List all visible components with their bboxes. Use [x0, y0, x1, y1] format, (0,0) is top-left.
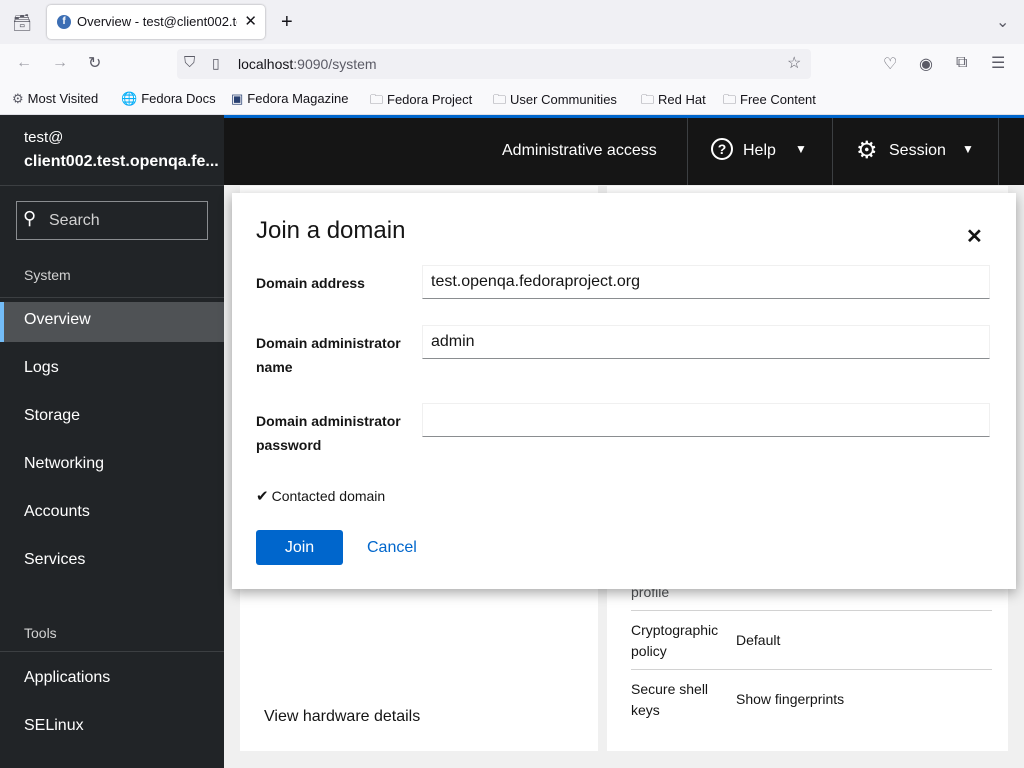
bookmark-fedora-magazine[interactable]: ▣ Fedora Magazine — [231, 91, 348, 107]
dialog-title: Join a domain — [256, 217, 406, 244]
host-user: test@ — [24, 129, 64, 146]
sidebar-item-accounts[interactable]: Accounts — [0, 494, 224, 534]
folder-icon: 🗀 — [723, 92, 737, 107]
fedora-favicon-icon: f — [57, 15, 71, 29]
search-icon: ⚲ — [23, 208, 37, 228]
admin-name-input[interactable] — [422, 325, 990, 359]
url-host: localhost — [238, 56, 294, 72]
divider — [0, 297, 224, 298]
bookmark-free-content[interactable]: 🗀 Free Content — [723, 91, 816, 113]
caret-down-icon: ▼ — [962, 142, 974, 156]
admin-password-label: Domain administrator password — [256, 413, 401, 453]
forward-icon[interactable]: → — [52, 54, 68, 72]
sidebar-search-input[interactable]: ⚲ Search — [16, 201, 208, 240]
contacted-status: ✔ Contacted domain — [256, 488, 386, 505]
bookmark-fedora-project[interactable]: 🗀 Fedora Project — [370, 91, 472, 113]
caret-down-icon: ▼ — [795, 142, 807, 156]
folder-icon: 🗀 — [370, 92, 384, 107]
folder-icon: 🗀 — [493, 92, 507, 107]
close-tab-icon[interactable]: ✕ — [244, 12, 257, 30]
list-tabs-icon[interactable]: ⌄ — [996, 12, 1009, 32]
bookmark-star-icon[interactable]: ☆ — [787, 53, 801, 73]
extensions-icon[interactable]: ⧉ — [956, 54, 967, 72]
sidebar-item-overview[interactable]: Overview — [0, 302, 224, 342]
join-domain-dialog — [232, 193, 1016, 589]
sidebar-item-services[interactable]: Services — [0, 542, 224, 582]
join-button[interactable]: Join — [256, 530, 343, 565]
globe-icon: 🌐 — [121, 91, 138, 106]
cancel-button[interactable]: Cancel — [367, 539, 417, 557]
tab-overview-icon[interactable]: 🗃 — [12, 13, 32, 33]
crypto-policy-link[interactable]: Default — [736, 630, 780, 651]
admin-password-input[interactable] — [422, 403, 990, 437]
sidebar-item-storage[interactable]: Storage — [0, 398, 224, 438]
bookmark-red-hat[interactable]: 🗀 Red Hat — [641, 91, 706, 113]
sidebar-item-selinux[interactable]: SELinux — [0, 708, 224, 748]
pocket-icon[interactable]: ♡ — [883, 54, 897, 74]
masthead-accent — [224, 115, 1024, 118]
fedora-magazine-icon: ▣ — [231, 91, 244, 106]
divider — [631, 610, 992, 611]
divider — [0, 185, 224, 186]
divider — [631, 669, 992, 670]
page-info-icon[interactable]: ▯ — [212, 55, 220, 72]
session-menu[interactable]: Session — [889, 142, 946, 160]
administrative-access-button[interactable]: Administrative access — [502, 142, 657, 160]
gear-icon: ⚙ — [856, 137, 878, 164]
close-icon[interactable]: ✕ — [966, 224, 983, 249]
url-text[interactable]: localhost:9090/system — [238, 56, 377, 72]
divider — [687, 118, 688, 185]
browser-tab[interactable]: f Overview - test@client002.test.openqa.… — [47, 5, 265, 39]
reload-icon[interactable]: ↻ — [88, 53, 101, 73]
sidebar-item-networking[interactable]: Networking — [0, 446, 224, 486]
check-icon: ✔ — [256, 488, 269, 505]
gear-icon: ⚙ — [12, 91, 24, 106]
host-switcher[interactable]: test@ client002.test.openqa.fe... — [24, 126, 219, 174]
admin-name-label: Domain administrator name — [256, 335, 401, 375]
sidebar-item-logs[interactable]: Logs — [0, 350, 224, 390]
domain-address-label: Domain address — [256, 275, 365, 291]
sidebar-item-applications[interactable]: Applications — [0, 660, 224, 700]
divider — [998, 118, 999, 185]
account-icon[interactable]: ◉ — [919, 54, 933, 74]
new-tab-icon[interactable]: + — [281, 11, 293, 34]
shield-icon[interactable]: ⛉ — [184, 54, 195, 71]
domain-address-input[interactable] — [422, 265, 990, 299]
crypto-policy-label: Cryptographic policy — [631, 622, 719, 659]
divider — [0, 651, 224, 652]
menu-icon[interactable]: ☰ — [991, 53, 1005, 73]
bookmark-user-communities[interactable]: 🗀 User Communities — [493, 91, 617, 113]
host-name: client002.test.openqa.fe... — [24, 153, 219, 170]
ssh-keys-label: Secure shell keys — [631, 681, 709, 718]
back-icon[interactable]: ← — [16, 54, 32, 72]
folder-icon: 🗀 — [641, 92, 655, 107]
help-menu[interactable]: Help — [743, 142, 776, 160]
sidebar-section-tools: Tools — [24, 625, 57, 641]
bookmark-fedora-docs[interactable]: 🌐 Fedora Docs — [121, 91, 216, 107]
tab-title: Overview - test@client002.test.openqa.fe… — [77, 14, 237, 29]
divider — [832, 118, 833, 185]
view-hardware-link[interactable]: View hardware details — [264, 706, 420, 727]
search-placeholder: Search — [49, 212, 100, 229]
help-icon: ? — [711, 138, 733, 160]
url-path: :9090/system — [293, 56, 377, 72]
bookmark-most-visited[interactable]: ⚙ Most Visited — [12, 91, 98, 107]
show-fingerprints-link[interactable]: Show fingerprints — [736, 689, 844, 710]
sidebar-section-system: System — [24, 267, 71, 283]
